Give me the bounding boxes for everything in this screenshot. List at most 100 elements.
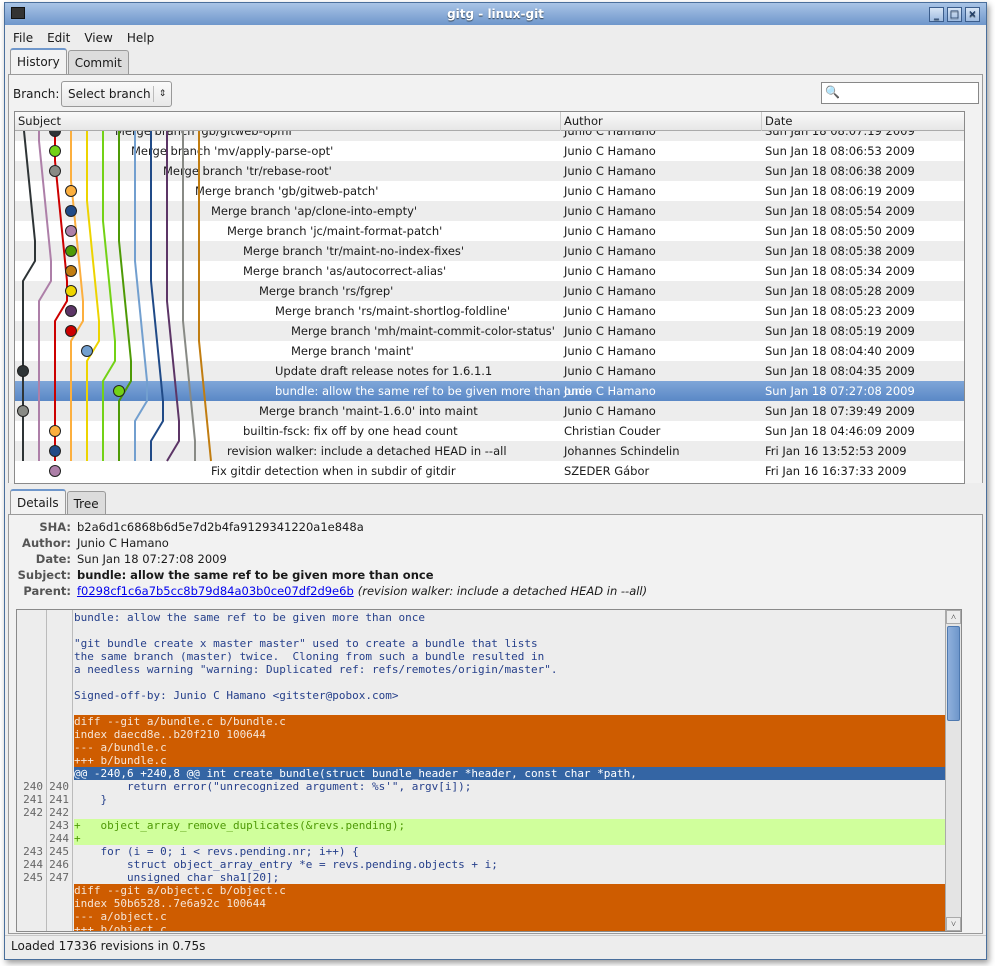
diff-text: +++ b/bundle.c (74, 754, 945, 767)
graph-lane (198, 121, 212, 462)
commit-node (65, 205, 77, 217)
parent-subject: (revision walker: include a detached HEA… (357, 584, 648, 598)
main-tabs: History Commit (10, 48, 130, 74)
row-author: SZEDER Gábor (564, 464, 650, 478)
line-number: 240 (23, 780, 43, 793)
diff-text: the same branch (master) twice. Cloning … (74, 650, 545, 663)
row-author: Junio C Hamano (564, 324, 656, 338)
column-date[interactable]: Date (762, 112, 964, 131)
diff-text: + object_array_remove_duplicates(&revs.p… (74, 819, 945, 832)
line-number: 241 (49, 793, 69, 806)
diff-scroll-up-arrow[interactable]: ˄ (946, 610, 961, 624)
author-label: Author: (22, 536, 71, 550)
diff-scroll-thumb[interactable] (947, 626, 960, 721)
column-author[interactable]: Author (561, 112, 762, 131)
diff-line-hdr: +++ b/bundle.c (17, 754, 945, 767)
commit-node (113, 385, 125, 397)
row-author: Junio C Hamano (564, 344, 656, 358)
diff-text: index daecd8e..b20f210 100644 (74, 728, 945, 741)
diff-line-msg: a needless warning "warning: Duplicated … (17, 663, 945, 676)
close-button[interactable]: × (965, 7, 980, 22)
diff-text: for (i = 0; i < revs.pending.nr; i++) { (74, 845, 359, 858)
history-header: Subject Author Date (15, 112, 964, 131)
minimize-button[interactable]: _ (929, 7, 944, 22)
tab-details[interactable]: Details (10, 489, 66, 515)
column-subject[interactable]: Subject (15, 112, 561, 131)
menu-file[interactable]: File (13, 28, 33, 48)
diff-line-hdr: diff --git a/object.c b/object.c (17, 884, 945, 897)
branch-select-value: Select branch (68, 87, 151, 101)
row-date: Sun Jan 18 08:04:35 2009 (765, 364, 915, 378)
row-subject: bundle: allow the same ref to be given m… (275, 384, 592, 398)
status-bar: Loaded 17336 revisions in 0.75s (11, 939, 206, 953)
diff-line-hdr: index 50b6528..7e6a92c 100644 (17, 897, 945, 910)
diff-line-hdr: diff --git a/bundle.c b/bundle.c (17, 715, 945, 728)
line-number: 245 (49, 845, 69, 858)
commit-node (65, 185, 77, 197)
diff-line-add: 243 + object_array_remove_duplicates(&rev… (17, 819, 945, 832)
row-author: Junio C Hamano (564, 144, 656, 158)
row-date: Fri Jan 16 13:52:53 2009 (765, 444, 907, 458)
main-window: gitg - linux-git _ □ × File Edit View He… (4, 2, 987, 960)
menu-help[interactable]: Help (127, 28, 154, 48)
maximize-button[interactable]: □ (947, 7, 962, 22)
graph-lane (166, 121, 180, 462)
row-subject: Merge branch 'mh/maint-commit-color-stat… (291, 324, 555, 338)
commit-node (49, 465, 61, 477)
detail-tabs: Details Tree (10, 489, 107, 515)
row-date: Sun Jan 18 08:04:40 2009 (765, 344, 915, 358)
diff-text: struct object_array_entry *e = revs.pend… (74, 858, 498, 871)
tab-commit[interactable]: Commit (67, 50, 129, 74)
diff-text: return error("unrecognized argument: %s'… (74, 780, 472, 793)
line-number: 242 (49, 806, 69, 819)
row-date: Sun Jan 18 08:05:50 2009 (765, 224, 915, 238)
window-title: gitg - linux-git (447, 7, 544, 21)
diff-line-ctx: 241 241 } (17, 793, 945, 806)
menu-edit[interactable]: Edit (47, 28, 70, 48)
row-date: Sun Jan 18 04:46:09 2009 (765, 424, 915, 438)
commit-node (17, 365, 29, 377)
diff-text: --- a/object.c (74, 910, 945, 923)
row-author: Junio C Hamano (564, 204, 656, 218)
row-author: Junio C Hamano (564, 264, 656, 278)
search-input[interactable]: 🔍 (821, 82, 979, 104)
commit-node (65, 245, 77, 257)
diff-line-add: 244 + (17, 832, 945, 845)
row-date: Sun Jan 18 08:05:19 2009 (765, 324, 915, 338)
row-date: Sun Jan 18 08:06:38 2009 (765, 164, 915, 178)
branch-label: Branch: (13, 87, 60, 101)
parent-link[interactable]: f0298cf1c6a7b5cc8b79d84a03b0ce07df2d9e6b (77, 583, 354, 599)
date-label: Date: (35, 552, 71, 566)
row-date: Sun Jan 18 08:05:38 2009 (765, 244, 915, 258)
commit-node (49, 425, 61, 437)
row-author: Junio C Hamano (564, 224, 656, 238)
diff-line-ctx: 243 245 for (i = 0; i < revs.pending.nr; … (17, 845, 945, 858)
row-author: Johannes Schindelin (564, 444, 680, 458)
row-author: Junio C Hamano (564, 244, 656, 258)
row-date: Sun Jan 18 08:06:53 2009 (765, 144, 915, 158)
commit-node (49, 145, 61, 157)
row-author: Junio C Hamano (564, 184, 656, 198)
branch-select[interactable]: Select branch ⇕ (61, 81, 172, 107)
line-number: 246 (49, 858, 69, 871)
tab-history[interactable]: History (10, 48, 67, 74)
diff-text: +++ b/object.c (74, 923, 945, 931)
commit-graph (17, 121, 212, 477)
diff-scrollbar[interactable]: ˄ ˅ (945, 610, 961, 931)
diff-text: --- a/bundle.c (74, 741, 945, 754)
title-bar: gitg - linux-git _ □ × (5, 3, 986, 25)
row-date: Sun Jan 18 08:05:54 2009 (765, 204, 915, 218)
commit-node (65, 285, 77, 297)
diff-line-hdr: --- a/bundle.c (17, 741, 945, 754)
subject-value: bundle: allow the same ref to be given m… (77, 568, 434, 582)
tab-tree[interactable]: Tree (66, 491, 106, 515)
menu-view[interactable]: View (84, 28, 112, 48)
row-author: Junio C Hamano (564, 364, 656, 378)
diff-text: diff --git a/bundle.c b/bundle.c (74, 715, 945, 728)
diff-scroll-down-arrow[interactable]: ˅ (946, 917, 961, 931)
diff-text: + (74, 832, 945, 845)
app-icon (11, 7, 25, 19)
commit-node (65, 325, 77, 337)
search-icon: 🔍 (825, 85, 840, 99)
line-number: 243 (49, 819, 69, 832)
